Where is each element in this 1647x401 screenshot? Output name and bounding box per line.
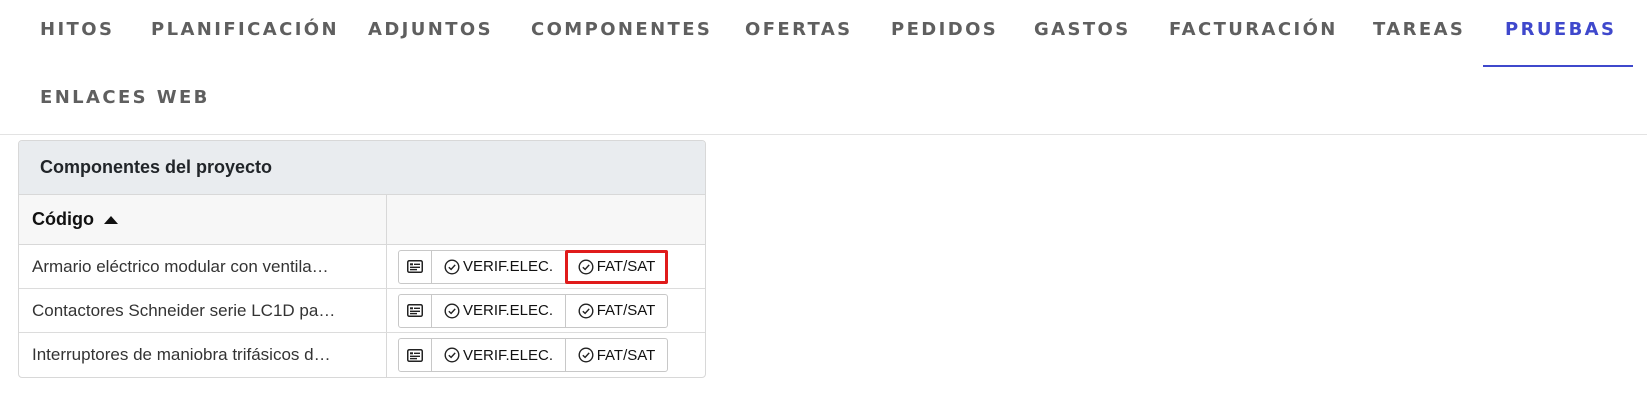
- table-row: Armario eléctrico modular con ventila… V…: [19, 245, 705, 289]
- tab-hitos[interactable]: HITOS: [40, 19, 114, 41]
- components-grid: Código Armario eléctrico modular con ven…: [19, 195, 705, 377]
- id-card-icon: [407, 260, 423, 273]
- active-tab-indicator: [1483, 65, 1633, 67]
- tab-bar: HITOS PLANIFICACIÓN ADJUNTOS COMPONENTES…: [0, 0, 1647, 135]
- verif-elec-label: VERIF.ELEC.: [462, 258, 554, 275]
- tab-pedidos[interactable]: PEDIDOS: [891, 19, 998, 41]
- fat-sat-button[interactable]: FAT/SAT: [565, 249, 668, 284]
- row-code-text: Armario eléctrico modular con ventila…: [32, 256, 329, 276]
- tab-pruebas[interactable]: PRUEBAS: [1505, 19, 1616, 41]
- tab-ofertas[interactable]: OFERTAS: [745, 19, 853, 41]
- fat-sat-button[interactable]: FAT/SAT: [565, 293, 668, 328]
- row-button-group: VERIF.ELEC. FAT/SAT: [398, 338, 668, 372]
- tab-planificacion[interactable]: PLANIFICACIÓN: [151, 19, 339, 41]
- verif-elec-label: VERIF.ELEC.: [462, 302, 554, 319]
- check-circle-icon: [444, 258, 460, 275]
- row-code-cell: Contactores Schneider serie LC1D pa…: [19, 289, 387, 332]
- row-code-text: Contactores Schneider serie LC1D pa…: [32, 300, 336, 320]
- row-button-group: VERIF.ELEC. FAT/SAT: [398, 293, 668, 328]
- tab-enlaces-web[interactable]: ENLACES WEB: [40, 87, 210, 109]
- check-circle-icon: [578, 302, 594, 319]
- row-code-cell: Armario eléctrico modular con ventila…: [19, 245, 387, 288]
- table-row: Contactores Schneider serie LC1D pa… VER…: [19, 289, 705, 333]
- check-circle-icon: [444, 302, 460, 319]
- fat-sat-label: FAT/SAT: [596, 258, 656, 275]
- table-row: Interruptores de maniobra trifásicos d… …: [19, 333, 705, 377]
- components-card: Componentes del proyecto Código Armario …: [18, 140, 706, 378]
- check-circle-icon: [444, 347, 460, 363]
- row-code-text: Interruptores de maniobra trifásicos d…: [32, 345, 331, 364]
- tab-adjuntos[interactable]: ADJUNTOS: [368, 19, 493, 41]
- column-header-code[interactable]: Código: [19, 195, 387, 244]
- tab-facturacion[interactable]: FACTURACIÓN: [1169, 19, 1338, 41]
- row-code-cell: Interruptores de maniobra trifásicos d…: [19, 333, 387, 377]
- column-header-code-label: Código: [32, 209, 94, 229]
- tab-componentes[interactable]: COMPONENTES: [531, 19, 712, 41]
- sort-asc-icon: [103, 215, 118, 224]
- card-title: Componentes del proyecto: [19, 141, 705, 195]
- grid-header-row: Código: [19, 195, 705, 245]
- id-card-icon: [407, 304, 423, 317]
- fat-sat-button[interactable]: FAT/SAT: [565, 338, 668, 372]
- fat-sat-label: FAT/SAT: [596, 302, 656, 319]
- detail-button[interactable]: [398, 249, 432, 284]
- check-circle-icon: [578, 258, 594, 275]
- fat-sat-label: FAT/SAT: [596, 346, 656, 364]
- row-button-group: VERIF.ELEC. FAT/SAT: [398, 249, 668, 284]
- verif-elec-button[interactable]: VERIF.ELEC.: [431, 338, 566, 372]
- detail-button[interactable]: [398, 338, 432, 372]
- column-header-actions: [387, 195, 705, 244]
- check-circle-icon: [578, 347, 594, 363]
- row-actions-cell: VERIF.ELEC. FAT/SAT: [387, 245, 705, 288]
- row-actions-cell: VERIF.ELEC. FAT/SAT: [387, 333, 705, 377]
- verif-elec-label: VERIF.ELEC.: [462, 346, 554, 364]
- verif-elec-button[interactable]: VERIF.ELEC.: [431, 293, 566, 328]
- tab-gastos[interactable]: GASTOS: [1034, 19, 1131, 41]
- row-actions-cell: VERIF.ELEC. FAT/SAT: [387, 289, 705, 332]
- verif-elec-button[interactable]: VERIF.ELEC.: [431, 249, 566, 284]
- tab-tareas[interactable]: TAREAS: [1373, 19, 1465, 41]
- detail-button[interactable]: [398, 293, 432, 328]
- id-card-icon: [407, 348, 423, 362]
